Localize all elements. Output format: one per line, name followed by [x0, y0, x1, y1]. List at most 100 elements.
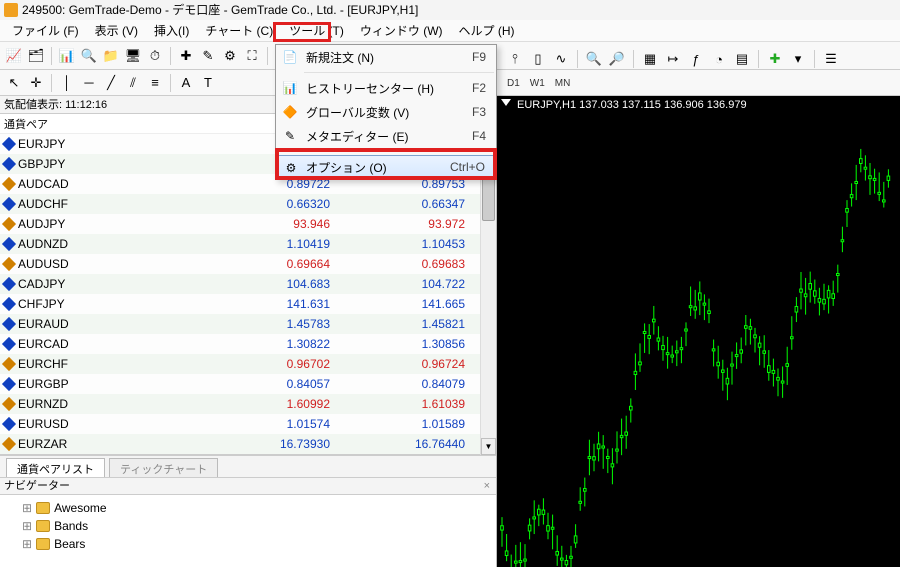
tf-mn[interactable]: MN: [553, 78, 573, 94]
tb-profiles-icon[interactable]: 🗂: [26, 46, 46, 66]
navigator-close-icon[interactable]: ×: [484, 477, 496, 495]
addwin-icon[interactable]: ✚: [765, 49, 785, 69]
dd-separator2: [304, 151, 494, 152]
text-icon[interactable]: A: [176, 73, 196, 93]
app-logo-icon: [4, 3, 18, 17]
chart-dropdown-icon[interactable]: [501, 99, 511, 106]
fibo-icon[interactable]: ≡: [145, 73, 165, 93]
dd-options[interactable]: ⚙ オプション (O) Ctrl+O: [276, 155, 496, 179]
table-row[interactable]: AUDNZD1.104191.10453: [0, 234, 480, 254]
indicator-icon: [36, 520, 50, 532]
tb-terminal-icon[interactable]: 🖥: [123, 46, 143, 66]
obj-icon[interactable]: ☰: [821, 49, 841, 69]
tb-new-chart-icon[interactable]: 📈: [4, 46, 24, 66]
dd-global-vars[interactable]: 🔶 グローバル変数 (V) F3: [276, 100, 496, 124]
periods-icon[interactable]: ◔: [709, 49, 729, 69]
table-row[interactable]: EURNZD1.609921.61039: [0, 394, 480, 414]
table-row[interactable]: EURZAR16.7393016.76440: [0, 434, 480, 454]
dd-new-order-shortcut: F9: [472, 50, 486, 64]
candle-chart-icon[interactable]: ▯: [528, 49, 548, 69]
menu-view[interactable]: 表示 (V): [87, 22, 146, 40]
bid-value: 0.96702: [205, 354, 340, 374]
table-row[interactable]: EURAUD1.457831.45821: [0, 314, 480, 334]
symbol-label: EURCHF: [18, 357, 68, 371]
menu-insert[interactable]: 挿入(I): [146, 22, 197, 40]
trendline-icon[interactable]: ╱: [101, 73, 121, 93]
symbol-label: EURZAR: [18, 437, 67, 451]
direction-icon: [2, 237, 16, 251]
nav-item[interactable]: ⊞Bands: [4, 517, 492, 535]
tf-w1[interactable]: W1: [528, 78, 547, 94]
hline-icon[interactable]: ─: [79, 73, 99, 93]
tf-d1[interactable]: D1: [505, 78, 522, 94]
tb-neworder-icon[interactable]: ✚: [176, 46, 196, 66]
vline-icon[interactable]: │: [57, 73, 77, 93]
window-title: 249500: GemTrade-Demo - デモ口座 - GemTrade …: [22, 0, 418, 20]
direction-icon: [2, 397, 16, 411]
tree-toggle-icon[interactable]: ⊞: [22, 537, 32, 551]
indicators-icon[interactable]: ƒ: [686, 49, 706, 69]
tb-metaeditor-icon[interactable]: ✎: [198, 46, 218, 66]
crosshair-icon[interactable]: ✛: [26, 73, 46, 93]
nav-item[interactable]: ⊞Bears: [4, 535, 492, 553]
menu-help[interactable]: ヘルプ (H): [451, 22, 523, 40]
menu-window[interactable]: ウィンドウ (W): [352, 22, 451, 40]
nav-item[interactable]: ⊞Awesome: [4, 499, 492, 517]
tb-fullscreen-icon[interactable]: ⛶: [242, 46, 262, 66]
symbol-label: AUDCAD: [18, 177, 69, 191]
symbol-label: CHFJPY: [18, 297, 65, 311]
channel-icon[interactable]: ⫽: [123, 73, 143, 93]
table-row[interactable]: CHFJPY141.631141.665: [0, 294, 480, 314]
table-row[interactable]: EURCHF 0.967020.96724: [0, 354, 480, 374]
menu-tools[interactable]: ツール (T): [281, 22, 352, 40]
ask-value: 1.01589: [340, 414, 475, 434]
table-row[interactable]: EURUSD1.015741.01589: [0, 414, 480, 434]
ask-value: 0.96724: [340, 354, 475, 374]
chart-area[interactable]: EURJPY,H1 137.033 137.115 136.906 136.97…: [497, 96, 900, 567]
ask-value: 16.76440: [340, 434, 475, 454]
zoom-in-icon[interactable]: 🔍: [584, 49, 604, 69]
tree-toggle-icon[interactable]: ⊞: [22, 519, 32, 533]
symbol-label: EURUSD: [18, 417, 69, 431]
autoscr-icon[interactable]: ▦: [640, 49, 660, 69]
direction-icon: [2, 357, 16, 371]
table-row[interactable]: AUDUSD0.696640.69683: [0, 254, 480, 274]
shift-icon[interactable]: ↦: [663, 49, 683, 69]
line-chart-icon[interactable]: ∿: [551, 49, 571, 69]
tab-symbols[interactable]: 通貨ペアリスト: [6, 458, 105, 477]
table-row[interactable]: EURCAD1.308221.30856: [0, 334, 480, 354]
tb-datawindow-icon[interactable]: 🔍: [79, 46, 99, 66]
marketwatch-scrollbar[interactable]: ▲ ▼: [480, 134, 496, 455]
templates-icon[interactable]: ▤: [732, 49, 752, 69]
ask-value: 1.61039: [340, 394, 475, 414]
symbol-label: GBPJPY: [18, 157, 65, 171]
zoom-out-icon[interactable]: 🔎: [607, 49, 627, 69]
metaeditor-icon: ✎: [282, 128, 298, 144]
menu-file[interactable]: ファイル (F): [4, 22, 87, 40]
symbol-label: EURJPY: [18, 137, 65, 151]
table-row[interactable]: CADJPY104.683104.722: [0, 274, 480, 294]
tree-toggle-icon[interactable]: ⊞: [22, 501, 32, 515]
col-symbol-label[interactable]: 通貨ペア: [0, 114, 205, 133]
menubar: ファイル (F) 表示 (V) 挿入(I) チャート (C) ツール (T) ウ…: [0, 20, 900, 42]
tb-options-icon[interactable]: ⚙: [220, 46, 240, 66]
dd-new-order[interactable]: 📄 新規注文 (N) F9: [276, 45, 496, 69]
tab-tick[interactable]: ティックチャート: [109, 458, 218, 477]
tb-tester-icon[interactable]: ⏱: [145, 46, 165, 66]
bar-chart-icon[interactable]: ⫯: [505, 49, 525, 69]
tb-navigator-icon[interactable]: 📁: [101, 46, 121, 66]
table-row[interactable]: AUDCHF0.663200.66347: [0, 194, 480, 214]
menu-chart[interactable]: チャート (C): [197, 22, 281, 40]
scroll-down-icon[interactable]: ▼: [481, 438, 496, 455]
tb-marketwatch-icon[interactable]: 📊: [57, 46, 77, 66]
direction-icon: [2, 197, 16, 211]
bid-value: 1.10419: [205, 234, 340, 254]
table-row[interactable]: EURGBP0.840570.84079: [0, 374, 480, 394]
textlabel-icon[interactable]: T: [198, 73, 218, 93]
ask-value: 141.665: [340, 294, 475, 314]
dd-history-center[interactable]: 📊 ヒストリーセンター (H) F2: [276, 76, 496, 100]
expand-icon[interactable]: ▾: [788, 49, 808, 69]
dd-metaeditor[interactable]: ✎ メタエディター (E) F4: [276, 124, 496, 148]
cursor-icon[interactable]: ↖: [4, 73, 24, 93]
table-row[interactable]: AUDJPY93.94693.972: [0, 214, 480, 234]
